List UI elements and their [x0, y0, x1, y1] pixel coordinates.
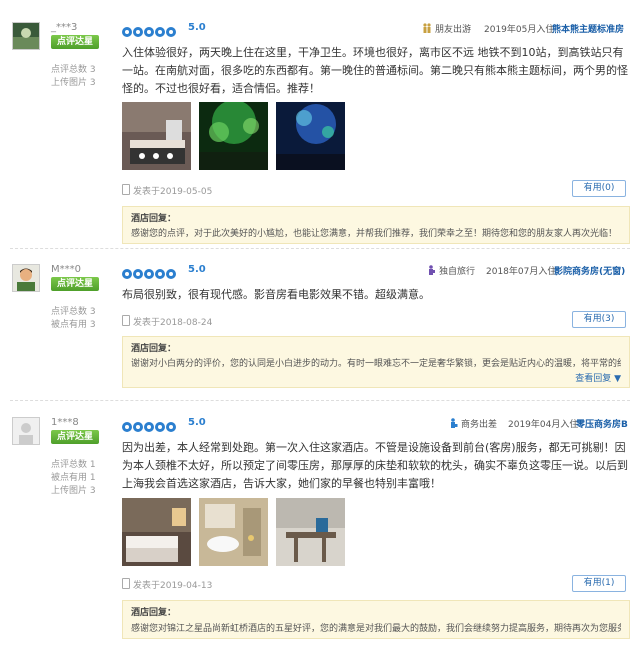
- stay-date: 2018年07月入住: [486, 267, 557, 277]
- business-trip-icon: [451, 418, 458, 428]
- useful-button[interactable]: 有用(3): [572, 311, 626, 328]
- view-reply-link[interactable]: 查看回复 ▼: [575, 371, 621, 384]
- phone-icon: [122, 184, 130, 195]
- reply-title: 酒店回复：: [131, 608, 177, 618]
- review-photo[interactable]: [122, 102, 191, 170]
- review-photo[interactable]: [122, 498, 191, 566]
- review-photo[interactable]: [199, 102, 268, 170]
- reply-text: 谢谢对小白两分的评价，您的认同是小白进步的动力。有时一眼难忘不一定是奢华繁锁，更…: [131, 359, 621, 369]
- review-photo[interactable]: [199, 498, 268, 566]
- reviewer-badge: 点评达星: [51, 430, 99, 444]
- useful-button[interactable]: 有用(1): [572, 575, 626, 592]
- reply-title: 酒店回复：: [131, 344, 177, 354]
- username[interactable]: 1***8: [51, 417, 79, 428]
- hotel-reply: 酒店回复： 感谢您对锦江之星品尚新虹桥酒店的五星好评，您的满意是对我们最大的鼓励…: [122, 600, 630, 639]
- rating-score: 5.0: [188, 264, 206, 275]
- posted-date: 发表于2018-08-24: [122, 315, 212, 328]
- posted-date: 发表于2019-05-05: [122, 184, 212, 197]
- review-photo[interactable]: [276, 102, 345, 170]
- rating-score: 5.0: [188, 22, 206, 33]
- rating-score: 5.0: [188, 417, 206, 428]
- stat-photos: 上传图片 3: [51, 78, 96, 88]
- stat-photos: 上传图片 3: [51, 486, 96, 496]
- reviewer-badge: 点评达星: [51, 277, 99, 291]
- divider: [10, 400, 630, 401]
- avatar[interactable]: [12, 417, 40, 445]
- review-text: 布局很别致，很有现代感。影音房看电影效果不错。超级满意。: [122, 288, 430, 301]
- divider: [10, 248, 630, 249]
- review-text: 入住体验很好，两天晚上住在这里，干净卫生。环境也很好，离市区不远 地铁不到10站…: [122, 46, 628, 95]
- stat-reviews: 点评总数 1: [51, 460, 96, 470]
- rating-dots: [122, 22, 177, 41]
- friends-trip-icon: [423, 23, 431, 33]
- posted-date: 发表于2019-04-13: [122, 578, 212, 591]
- trip-type: 商务出差: [448, 417, 497, 430]
- rating-dots: [122, 264, 177, 283]
- reply-text: 感谢您的点评，对于此次美好的小尴尬，也能让您满意，并帮我们推荐，我们荣幸之至！期…: [131, 229, 618, 239]
- stat-reviews: 点评总数 3: [51, 307, 96, 317]
- rating-dots: [122, 417, 177, 436]
- room-type[interactable]: 熊本熊主题标准房: [552, 22, 624, 35]
- stay-date: 2019年05月入住: [484, 25, 555, 35]
- hotel-reply: 酒店回复： 谢谢对小白两分的评价，您的认同是小白进步的动力。有时一眼难忘不一定是…: [122, 336, 630, 388]
- reply-title: 酒店回复：: [131, 214, 177, 224]
- username[interactable]: M***0: [51, 264, 81, 275]
- trip-type: 独自旅行: [426, 264, 475, 277]
- stat-useful: 被点有用 3: [51, 320, 96, 330]
- solo-trip-icon: [429, 265, 435, 275]
- stat-useful: 被点有用 1: [51, 473, 96, 483]
- avatar[interactable]: [12, 22, 40, 50]
- phone-icon: [122, 578, 130, 589]
- reviewer-badge: 点评达星: [51, 35, 99, 49]
- username[interactable]: _***3: [51, 22, 77, 33]
- stat-reviews: 点评总数 3: [51, 65, 96, 75]
- avatar[interactable]: [12, 264, 40, 292]
- reply-text: 感谢您对锦江之星品尚新虹桥酒店的五星好评，您的满意是对我们最大的鼓励，我们会继续…: [131, 624, 621, 634]
- stay-date: 2019年04月入住: [508, 420, 579, 430]
- trip-type: 朋友出游: [422, 22, 471, 35]
- useful-button[interactable]: 有用(0): [572, 180, 626, 197]
- room-type[interactable]: 零压商务房B: [576, 417, 628, 430]
- phone-icon: [122, 315, 130, 326]
- room-type[interactable]: 影院商务房(无窗): [554, 264, 625, 277]
- hotel-reply: 酒店回复： 感谢您的点评，对于此次美好的小尴尬，也能让您满意，并帮我们推荐，我们…: [122, 206, 630, 244]
- review-text: 因为出差，本人经常到处跑。第一次入住这家酒店。不管是设施设备到前台(客房)服务，…: [122, 441, 628, 490]
- review-photo[interactable]: [276, 498, 345, 566]
